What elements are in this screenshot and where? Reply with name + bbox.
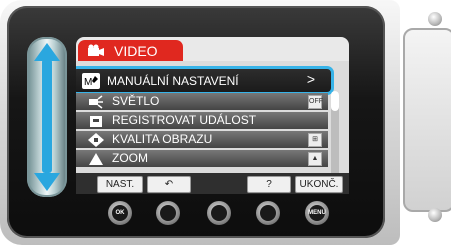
menu-item-label: MANUÁLNÍ NASTAVENÍ [107, 73, 239, 88]
bottom-softkey-bar: NAST. ↶ ? UKONČ. [76, 173, 349, 194]
hardware-button-4-label [260, 205, 276, 221]
tab-video[interactable]: VIDEO [78, 40, 183, 61]
nast-button[interactable]: NAST. [97, 176, 143, 193]
zoom-icon [88, 152, 104, 166]
light-icon [88, 94, 104, 109]
menu-item-register-event[interactable]: REGISTROVAT UDÁLOST [76, 112, 328, 129]
menu-item-manual-settings[interactable]: M MANUÁLNÍ NASTAVENÍ > [76, 66, 334, 95]
slider-down-arrow-icon[interactable] [34, 173, 60, 191]
touch-slider[interactable] [27, 37, 67, 197]
setting-badge-icon: ⊞ [308, 133, 322, 147]
hardware-button-4[interactable] [256, 201, 280, 225]
menu-item-zoom[interactable]: ZOOM ▲ [76, 150, 328, 167]
side-hinge-panel [395, 0, 451, 245]
hardware-button-row: OK MENU [96, 201, 346, 226]
lcd-screen: VIDEO M MANUÁLNÍ NASTAVENÍ > SVĚTLO OFF … [76, 37, 349, 194]
manual-settings-icon: M [82, 72, 100, 89]
hardware-button-2-label [160, 205, 176, 221]
slider-rail[interactable] [42, 59, 52, 173]
svg-text:M: M [84, 77, 92, 88]
menu-item-label: ZOOM [112, 151, 148, 165]
menu-item-label: REGISTROVAT UDÁLOST [112, 113, 257, 127]
hardware-button-2[interactable] [156, 201, 180, 225]
menu-item-light[interactable]: SVĚTLO OFF [76, 93, 328, 110]
hardware-button-3-label [211, 205, 227, 221]
scrollbar-thumb[interactable] [331, 91, 339, 111]
menu-item-image-quality[interactable]: KVALITA OBRAZU ⊞ [76, 131, 328, 148]
screw-icon [428, 12, 442, 26]
menu-hardware-button[interactable]: MENU [305, 201, 329, 225]
hinge-plate [403, 28, 451, 212]
back-button[interactable]: ↶ [147, 176, 191, 193]
screw-icon [428, 208, 442, 222]
chevron-right-icon: > [306, 71, 315, 87]
menu-scrollbar[interactable] [331, 91, 339, 181]
menu-item-label: KVALITA OBRAZU [112, 132, 213, 146]
hardware-button-3[interactable] [207, 201, 231, 225]
ok-hardware-button[interactable]: OK [108, 201, 132, 225]
image-quality-icon [88, 132, 104, 147]
setting-badge-icon: OFF [308, 95, 323, 109]
setting-badge-icon: ▲ [308, 152, 322, 166]
menu-item-label: SVĚTLO [112, 94, 160, 108]
menu-label: MENU [308, 205, 326, 221]
tab-label: VIDEO [114, 42, 158, 59]
help-button[interactable]: ? [247, 176, 291, 193]
ok-label: OK [112, 205, 128, 221]
exit-button[interactable]: UKONČ. [295, 176, 343, 193]
event-icon [88, 114, 104, 128]
video-camera-icon [87, 44, 105, 58]
